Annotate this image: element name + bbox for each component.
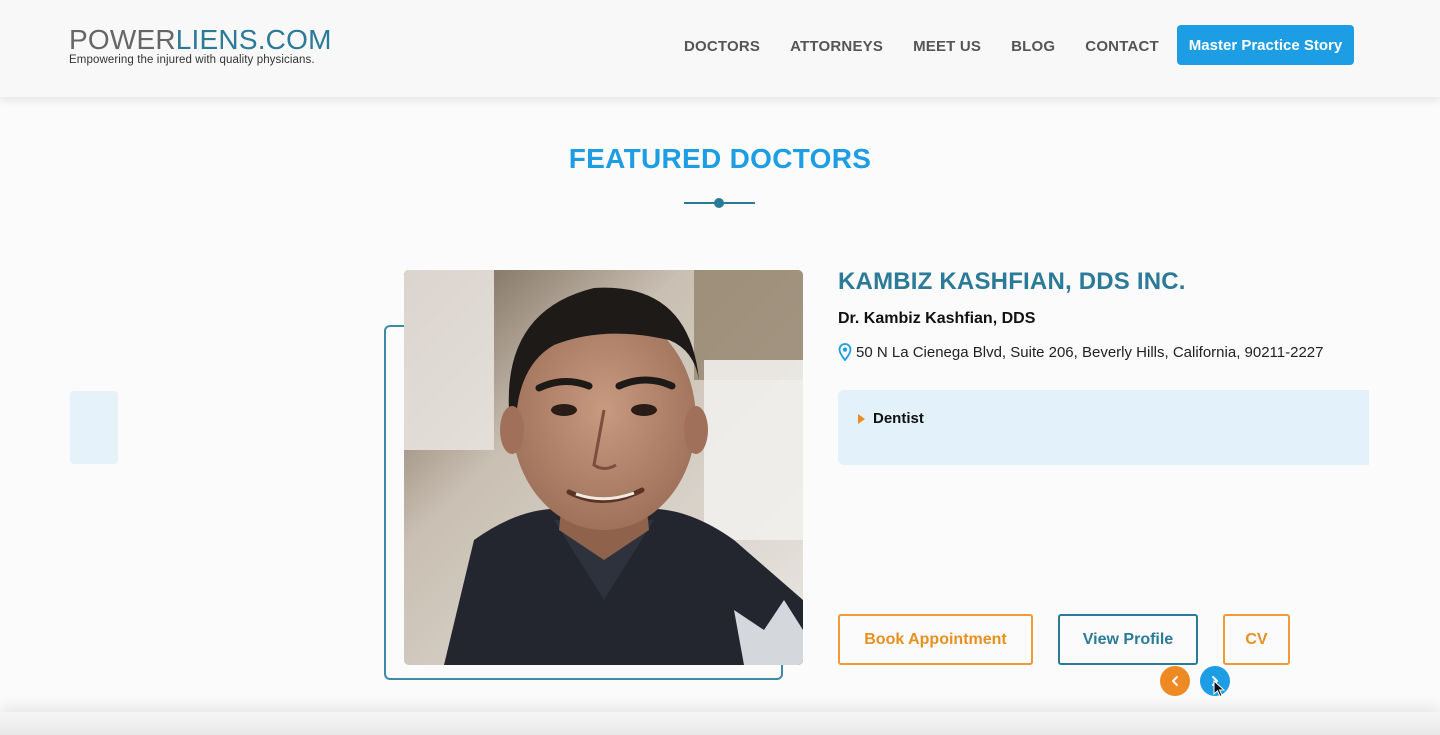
chevron-left-icon <box>1172 676 1178 686</box>
practice-name: KAMBIZ KASHFIAN, DDS INC. <box>838 268 1186 295</box>
carousel-prev-button[interactable] <box>1160 666 1190 696</box>
section-title: FEATURED DOCTORS <box>568 143 872 174</box>
specialty-item: Dentist <box>858 410 924 427</box>
logo-power: POWER <box>69 24 176 55</box>
caret-right-icon <box>858 413 865 424</box>
nav-contact[interactable]: CONTACT <box>1085 38 1159 55</box>
site-header: POWERLIENS.COM Empowering the injured wi… <box>0 0 1440 97</box>
specialty-label: Dentist <box>873 410 924 427</box>
address-text: 50 N La Cienega Blvd, Suite 206, Beverly… <box>856 343 1324 361</box>
doctor-name: Dr. Kambiz Kashfian, DDS <box>838 310 1036 327</box>
nav-meet-us[interactable]: MEET US <box>913 38 981 55</box>
logo-liens: LIENS.COM <box>175 24 332 55</box>
doctor-photo-illustration <box>404 270 803 665</box>
master-practice-story-button[interactable]: Master Practice Story <box>1177 25 1354 65</box>
logo-wordmark: POWERLIENS.COM <box>69 26 332 54</box>
nav-blog[interactable]: BLOG <box>1011 38 1055 55</box>
previous-card-edge[interactable] <box>70 391 118 464</box>
title-divider <box>684 198 755 208</box>
cv-button[interactable]: CV <box>1223 614 1290 665</box>
divider-dot <box>714 198 724 208</box>
main-nav: DOCTORS ATTORNEYS MEET US BLOG CONTACT <box>684 38 1189 55</box>
book-appointment-button[interactable]: Book Appointment <box>838 614 1033 665</box>
view-profile-button[interactable]: View Profile <box>1058 614 1198 665</box>
site-logo[interactable]: POWERLIENS.COM Empowering the injured wi… <box>69 26 332 67</box>
mouse-cursor-icon <box>1213 680 1225 698</box>
nav-attorneys[interactable]: ATTORNEYS <box>790 38 883 55</box>
next-section-edge <box>0 712 1440 735</box>
location-pin-icon <box>838 343 852 361</box>
doctor-photo <box>404 270 803 665</box>
nav-doctors[interactable]: DOCTORS <box>684 38 760 55</box>
logo-tagline: Empowering the injured with quality phys… <box>69 54 315 66</box>
specialty-panel: Dentist <box>838 390 1369 465</box>
doctor-address: 50 N La Cienega Blvd, Suite 206, Beverly… <box>838 343 1324 361</box>
